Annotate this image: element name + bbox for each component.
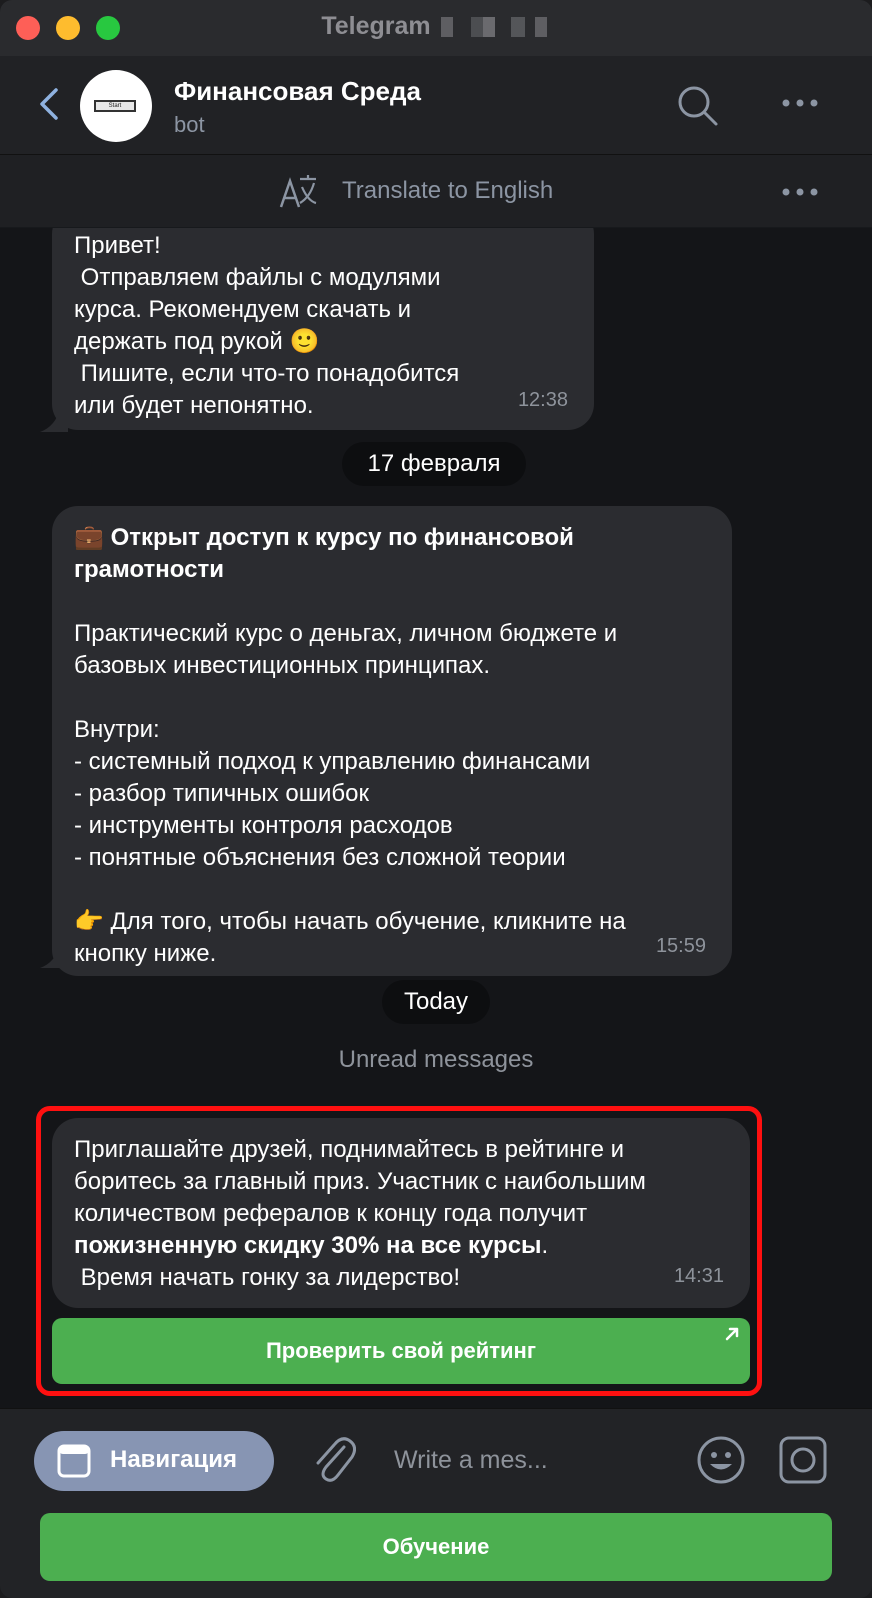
bubble-tail: [40, 408, 68, 432]
message-title-line: грамотности: [74, 556, 224, 583]
menu-button[interactable]: Навигация: [34, 1431, 274, 1491]
message-line: Привет!: [74, 232, 161, 259]
redacted-pixels: [440, 17, 551, 38]
message-line: курса. Рекомендуем скачать и: [74, 296, 412, 323]
title-bar: Telegram: [0, 0, 872, 56]
back-arrow-icon[interactable]: [36, 86, 62, 122]
menu-button-label: Навигация: [110, 1446, 238, 1473]
translate-bar[interactable]: Translate to English: [0, 155, 872, 227]
unread-messages-divider: Unread messages: [338, 1046, 534, 1073]
date-separator: 17 февраля: [342, 442, 526, 486]
translate-options-icon[interactable]: [780, 185, 820, 199]
window-icon: [57, 1444, 91, 1478]
message-line: или будет непонятно.: [74, 392, 314, 419]
message-line: - системный подход к управлению финансам…: [74, 748, 591, 775]
message-bubble[interactable]: 💼 Открыт доступ к курсу по финансовой гр…: [52, 506, 732, 976]
date-separator: Today: [382, 980, 490, 1024]
more-options-icon[interactable]: [780, 96, 820, 110]
message-line: Практический курс о деньгах, личном бюдж…: [74, 620, 618, 647]
chat-name[interactable]: Финансовая Среда: [174, 76, 421, 107]
avatar[interactable]: Start: [80, 70, 152, 142]
bubble-tail: [40, 944, 68, 968]
message-line: [74, 874, 732, 906]
message-line: Отправляем файлы с модулями: [74, 264, 441, 291]
message-bubble[interactable]: Привет! Отправляем файлы с модулями курс…: [52, 228, 594, 430]
message-line: Пишите, если что-то понадобится: [74, 360, 460, 387]
message-line: - разбор типичных ошибок: [74, 780, 370, 807]
message-input[interactable]: [392, 1439, 656, 1481]
message-line: базовых инвестиционных принципах.: [74, 652, 491, 679]
message-line: - понятные объяснения без сложной теории: [74, 844, 566, 871]
learning-button-label: Обучение: [382, 1534, 490, 1559]
telegram-window: Telegram Start Финансовая Среда bot Tran…: [0, 0, 872, 1598]
learning-button[interactable]: Обучение: [40, 1513, 832, 1581]
message-composer: Навигация Обучение: [0, 1408, 872, 1598]
window-title-text: Telegram: [321, 12, 431, 40]
message-line: кнопку ниже.: [74, 940, 217, 967]
emoji-icon[interactable]: [696, 1435, 746, 1485]
translate-label[interactable]: Translate to English: [342, 177, 553, 205]
chat-subtitle: bot: [174, 112, 205, 137]
message-line: держать под рукой 🙂: [74, 328, 320, 355]
message-title: 💼 Открыт доступ к курсу по финансовой: [74, 522, 732, 554]
message-time: 15:59: [655, 935, 706, 957]
chat-history[interactable]: Привет! Отправляем файлы с модулями курс…: [0, 228, 872, 1408]
message-line: [74, 682, 732, 714]
highlight-annotation: [36, 1106, 762, 1396]
camera-icon[interactable]: [778, 1435, 828, 1485]
window-title: Telegram: [0, 12, 872, 41]
message-line: Внутри:: [74, 716, 160, 743]
message-line: [74, 586, 732, 618]
message-time: 12:38: [517, 389, 568, 411]
briefcase-emoji: 💼: [74, 524, 104, 551]
message-line: - инструменты контроля расходов: [74, 812, 453, 839]
search-icon[interactable]: [676, 84, 720, 128]
avatar-start-glyph: Start: [94, 100, 136, 112]
paperclip-icon[interactable]: [310, 1433, 356, 1485]
message-line: 👉 Для того, чтобы начать обучение, кликн…: [74, 908, 626, 935]
translate-icon: [279, 175, 317, 208]
message-title-line: Открыт доступ к курсу по финансовой: [110, 524, 574, 551]
chat-header: Start Финансовая Среда bot: [0, 56, 872, 155]
